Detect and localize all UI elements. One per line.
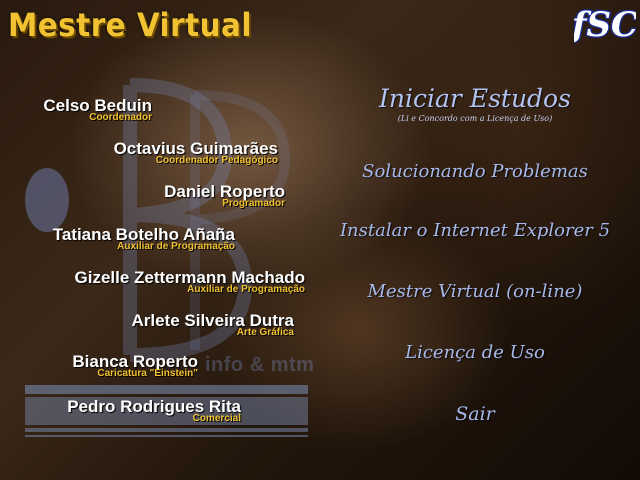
svg-text:ƒSC: ƒSC xyxy=(574,5,636,45)
credit-highlight-bar xyxy=(25,385,308,394)
troubleshooting-button[interactable]: Solucionando Problemas xyxy=(330,161,620,182)
fsc-logo: ƒSC xyxy=(574,4,636,46)
credit-highlight-bar xyxy=(25,428,308,432)
start-studies-button[interactable]: Iniciar Estudos (Li e Concordo com a Lic… xyxy=(340,84,610,123)
credit-entry: Daniel Roperto Programador xyxy=(164,183,285,209)
start-studies-label: Iniciar Estudos xyxy=(379,84,571,113)
credit-entry: Bianca Roperto Caricatura "Einstein" xyxy=(72,353,198,379)
exit-button[interactable]: Sair xyxy=(330,403,620,425)
credit-entry: Gizelle Zettermann Machado Auxiliar de P… xyxy=(75,269,306,295)
install-ie5-button[interactable]: Instalar o Internet Explorer 5 xyxy=(330,220,620,241)
credit-highlight-bar xyxy=(25,435,308,437)
credit-entry: Celso Beduin Coordenador xyxy=(43,97,152,123)
app-window: info & mtm Mestre Virtual ƒSC Celso Bedu… xyxy=(0,0,640,480)
start-studies-subtitle: (Li e Concordo com a Licença de Uso) xyxy=(397,114,553,123)
app-title: Mestre Virtual xyxy=(8,6,252,44)
mestre-virtual-online-button[interactable]: Mestre Virtual (on-line) xyxy=(330,281,620,302)
credit-entry: Tatiana Botelho Añaña Auxiliar de Progra… xyxy=(53,226,235,252)
background-watermark-text: info & mtm xyxy=(205,354,315,376)
credit-entry: Pedro Rodrigues Rita Comercial xyxy=(67,398,241,424)
license-button[interactable]: Licença de Uso xyxy=(330,342,620,363)
credit-entry: Octavius Guimarães Coordenador Pedagógic… xyxy=(114,140,278,166)
credit-entry: Arlete Silveira Dutra Arte Gráfica xyxy=(131,312,294,338)
